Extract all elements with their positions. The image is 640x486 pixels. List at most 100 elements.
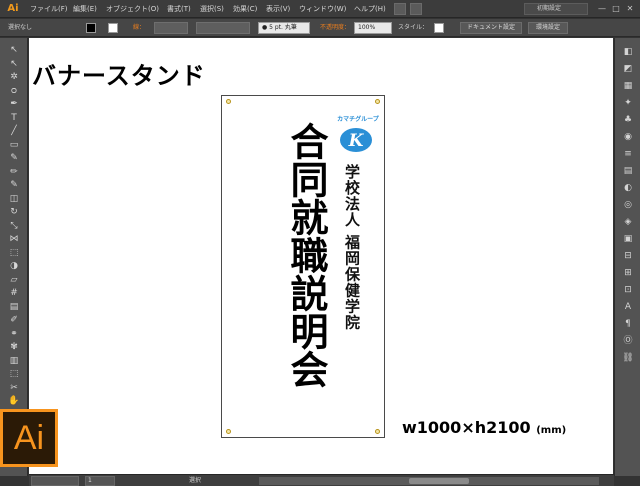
menu-effect[interactable]: 効果(C)	[233, 3, 257, 15]
artboards-icon[interactable]: ▣	[621, 233, 635, 245]
stroke-label: 線：	[133, 24, 146, 31]
size-dimensions: w1000×h2100	[402, 418, 531, 437]
eyedropper-icon[interactable]: ✐	[6, 314, 22, 326]
menu-help[interactable]: ヘルプ(H)	[354, 3, 386, 15]
current-tool-label: 選択	[189, 477, 202, 484]
color-panel-icon[interactable]: ◧	[621, 46, 635, 58]
zoom-field[interactable]	[31, 476, 79, 486]
hand-icon[interactable]: ✋	[6, 395, 22, 407]
align-icon[interactable]: ⊟	[621, 250, 635, 262]
menu-bar: Ai ファイル(F) 編集(E) オブジェクト(O) 書式(T) 選択(S) 効…	[0, 0, 640, 18]
graphic-styles-icon[interactable]: ◉	[621, 131, 635, 143]
minimize-icon[interactable]: —	[596, 3, 608, 15]
transparency-icon[interactable]: ◐	[621, 182, 635, 194]
symbols-icon[interactable]: ♣	[621, 114, 635, 126]
app-badge: Ai	[7, 3, 19, 14]
column-graph-icon[interactable]: ▥	[6, 355, 22, 367]
rotate-icon[interactable]: ↻	[6, 206, 22, 218]
opentype-icon[interactable]: Ⓞ	[621, 335, 635, 347]
stroke-width-field[interactable]	[154, 22, 188, 34]
logo-group-name: カマチグループ	[337, 116, 379, 123]
arrange-documents-icon[interactable]	[410, 3, 422, 15]
menu-view[interactable]: 表示(V)	[266, 3, 290, 15]
slice-icon[interactable]: ✂	[6, 382, 22, 394]
main-heading: 合同就職説明会	[284, 122, 329, 388]
selection-icon[interactable]: ↖	[6, 44, 22, 56]
gradient-panel-icon[interactable]: ▤	[621, 165, 635, 177]
scroll-thumb[interactable]	[409, 478, 469, 484]
opacity-label: 不透明度：	[320, 24, 351, 31]
brushes-icon[interactable]: ✦	[621, 97, 635, 109]
fill-swatch[interactable]	[86, 23, 96, 33]
eraser-icon[interactable]: ◫	[6, 193, 22, 205]
grommet-top-right	[375, 99, 380, 104]
width-icon[interactable]: ⋈	[6, 233, 22, 245]
variable-width-field[interactable]	[196, 22, 250, 34]
character-icon[interactable]: A	[621, 301, 635, 313]
maximize-icon[interactable]: □	[610, 3, 622, 15]
layers-icon[interactable]: ◈	[621, 216, 635, 228]
free-transform-icon[interactable]: ⬚	[6, 247, 22, 259]
style-label: スタイル：	[398, 24, 429, 31]
close-icon[interactable]: ✕	[624, 3, 636, 15]
panel-dock: ◧ ◩ ▦ ✦ ♣ ◉ ≡ ▤ ◐ ◎ ◈ ▣ ⊟ ⊞ ⊡ A ¶ Ⓞ ⛓	[614, 38, 640, 476]
opacity-field[interactable]: 100%	[354, 22, 392, 34]
blob-brush-icon[interactable]: ✎	[6, 179, 22, 191]
shape-builder-icon[interactable]: ◑	[6, 260, 22, 272]
page-title: バナースタンド	[32, 62, 206, 90]
brush-definition-field[interactable]: ● 5 pt. 丸筆	[258, 22, 310, 34]
grommet-bottom-left	[226, 429, 231, 434]
control-bar: 選択なし 線： ● 5 pt. 丸筆 不透明度： 100% スタイル： ドキュメ…	[0, 19, 640, 37]
status-bar: 1 選択	[29, 474, 614, 486]
color-guide-icon[interactable]: ◩	[621, 63, 635, 75]
symbol-sprayer-icon[interactable]: ✾	[6, 341, 22, 353]
pencil-icon[interactable]: ✏	[6, 166, 22, 178]
menu-file[interactable]: ファイル(F)	[30, 3, 68, 15]
menu-window[interactable]: ウィンドウ(W)	[299, 3, 346, 15]
artboard-icon[interactable]: ⬚	[6, 368, 22, 380]
mesh-icon[interactable]: #	[6, 287, 22, 299]
logo-letter: K	[348, 131, 365, 151]
lasso-icon[interactable]: ᴑ	[6, 85, 22, 97]
artboard-canvas[interactable]: バナースタンド カマチグループ K 合同就職説明会 学校法人 福岡保健学院 w1…	[29, 38, 613, 474]
selection-status: 選択なし	[8, 24, 33, 31]
transform-icon[interactable]: ⊡	[621, 284, 635, 296]
paintbrush-icon[interactable]: ✎	[6, 152, 22, 164]
stroke-panel-icon[interactable]: ≡	[621, 148, 635, 160]
illustrator-logo: Ai	[0, 409, 58, 467]
size-label: w1000×h2100 (mm)	[402, 418, 566, 437]
scale-icon[interactable]: ⤡	[6, 220, 22, 232]
line-icon[interactable]: ╱	[6, 125, 22, 137]
school-name: 学校法人 福岡保健学院	[343, 164, 361, 331]
menu-edit[interactable]: 編集(E)	[73, 3, 97, 15]
illustrator-logo-text: Ai	[13, 419, 45, 457]
pathfinder-icon[interactable]: ⊞	[621, 267, 635, 279]
magic-wand-icon[interactable]: ✲	[6, 71, 22, 83]
grommet-top-left	[226, 99, 231, 104]
workspace-switcher[interactable]: 初期設定	[524, 3, 588, 15]
swatches-icon[interactable]: ▦	[621, 80, 635, 92]
bridge-icon[interactable]	[394, 3, 406, 15]
pen-icon[interactable]: ✒	[6, 98, 22, 110]
grommet-bottom-right	[375, 429, 380, 434]
document-settings-button[interactable]: ドキュメント設定	[460, 22, 522, 34]
links-icon[interactable]: ⛓	[621, 352, 635, 364]
artboard-navigator[interactable]: 1	[85, 476, 115, 486]
perspective-icon[interactable]: ▱	[6, 274, 22, 286]
banner-stand-artwork[interactable]: カマチグループ K 合同就職説明会 学校法人 福岡保健学院	[221, 95, 385, 438]
stroke-swatch[interactable]	[108, 23, 118, 33]
menu-type[interactable]: 書式(T)	[167, 3, 191, 15]
preferences-button[interactable]: 環境設定	[528, 22, 568, 34]
logo-emblem: K	[340, 128, 372, 152]
menu-object[interactable]: オブジェクト(O)	[106, 3, 159, 15]
style-swatch[interactable]	[434, 23, 444, 33]
size-unit: (mm)	[536, 425, 567, 436]
menu-select[interactable]: 選択(S)	[200, 3, 224, 15]
rectangle-icon[interactable]: ▭	[6, 139, 22, 151]
blend-icon[interactable]: ⚭	[6, 328, 22, 340]
direct-selection-icon[interactable]: ↖	[6, 58, 22, 70]
appearance-icon[interactable]: ◎	[621, 199, 635, 211]
type-icon[interactable]: T	[6, 112, 22, 124]
gradient-icon[interactable]: ▤	[6, 301, 22, 313]
paragraph-icon[interactable]: ¶	[621, 318, 635, 330]
